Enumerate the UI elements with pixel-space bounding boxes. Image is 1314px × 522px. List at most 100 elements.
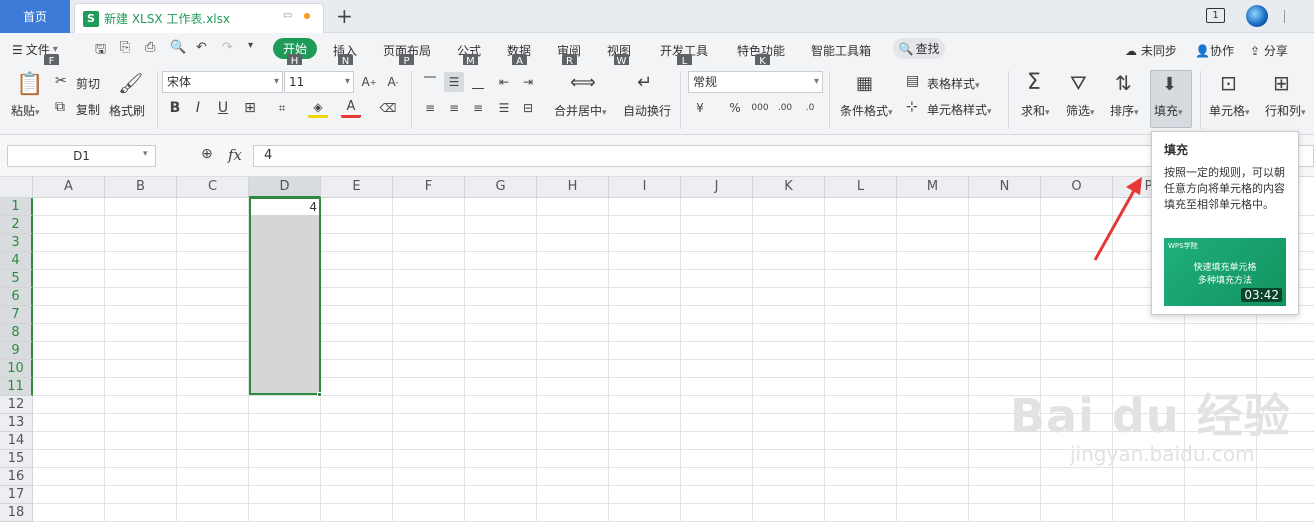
percent-icon[interactable]: % <box>725 98 745 118</box>
align-top-icon[interactable]: ⎺ <box>420 72 440 92</box>
row-header-17[interactable]: 17 <box>0 486 33 504</box>
filter-button[interactable]: 筛选▾ <box>1066 102 1095 119</box>
window-count-badge[interactable]: 1 <box>1206 8 1225 23</box>
align-bottom-icon[interactable]: ⎽ <box>468 72 488 92</box>
add-tab-button[interactable]: + <box>336 4 353 28</box>
paste-icon[interactable]: 📋 <box>16 72 43 97</box>
row-header-7[interactable]: 7 <box>0 306 33 324</box>
number-format-select[interactable]: 常规 <box>688 71 823 93</box>
column-header-h[interactable]: H <box>537 177 609 198</box>
column-header-l[interactable]: L <box>825 177 897 198</box>
row-header-10[interactable]: 10 <box>0 360 33 378</box>
distribute-icon[interactable]: ⊟ <box>518 98 538 118</box>
active-cell-d1[interactable]: 4 <box>251 199 319 215</box>
sort-button[interactable]: 排序▾ <box>1110 102 1139 119</box>
column-header-a[interactable]: A <box>33 177 105 198</box>
align-middle-icon[interactable]: ☰ <box>444 72 464 92</box>
name-box[interactable]: D1 <box>7 145 156 167</box>
fx-icon[interactable]: fx <box>228 146 242 164</box>
merge-center-button[interactable]: 合并居中▾ <box>554 102 607 119</box>
font-name-select[interactable]: 宋体 <box>162 71 283 93</box>
column-header-k[interactable]: K <box>753 177 825 198</box>
print-icon[interactable]: ⎙ <box>145 40 155 55</box>
search-button[interactable]: 🔍 查找 <box>893 38 945 59</box>
indent-increase-icon[interactable]: ⇥ <box>518 72 538 92</box>
select-all-corner[interactable] <box>0 177 33 198</box>
row-header-15[interactable]: 15 <box>0 450 33 468</box>
format-painter-icon[interactable]: 🖌 <box>118 71 143 95</box>
italic-icon[interactable]: I <box>188 98 208 118</box>
column-header-e[interactable]: E <box>321 177 393 198</box>
indent-decrease-icon[interactable]: ⇤ <box>494 72 514 92</box>
undo-icon[interactable]: ↶ <box>196 40 207 55</box>
fill-button[interactable]: ⬇ 填充▾ <box>1150 70 1192 128</box>
sort-icon[interactable]: ⇅ <box>1115 71 1132 95</box>
increase-font-icon[interactable]: A + <box>359 72 379 92</box>
row-header-3[interactable]: 3 <box>0 234 33 252</box>
column-header-m[interactable]: M <box>897 177 969 198</box>
customize-chevron-icon[interactable]: ▾ <box>248 40 253 51</box>
tutorial-video-thumbnail[interactable]: WPS学院 快速填充单元格 多种填充方法 03:42 <box>1164 238 1286 306</box>
table-style-button[interactable]: 表格样式▾ <box>927 75 980 92</box>
row-header-2[interactable]: 2 <box>0 216 33 234</box>
row-header-12[interactable]: 12 <box>0 396 33 414</box>
column-header-g[interactable]: G <box>465 177 537 198</box>
paste-button[interactable]: 粘贴▾ <box>11 102 40 119</box>
cell-button[interactable]: 单元格▾ <box>1209 102 1250 119</box>
save-icon[interactable]: 🖫 <box>95 40 106 62</box>
share-button[interactable]: ⇪ 分享 <box>1250 42 1288 59</box>
monitor-icon[interactable]: ▭ <box>283 10 292 21</box>
export-icon[interactable]: ⎘ <box>120 40 130 55</box>
wrap-text-button[interactable]: 自动换行 <box>623 102 671 119</box>
sum-button[interactable]: 求和▾ <box>1021 102 1050 119</box>
decrease-font-icon[interactable]: A- <box>383 72 403 92</box>
clear-format-icon[interactable]: ⌫ <box>378 98 398 118</box>
filter-icon[interactable]: ⛛ <box>1070 71 1087 95</box>
row-header-8[interactable]: 8 <box>0 324 33 342</box>
column-header-c[interactable]: C <box>177 177 249 198</box>
row-header-4[interactable]: 4 <box>0 252 33 270</box>
cell-style-button[interactable]: 单元格样式▾ <box>927 101 992 118</box>
column-header-f[interactable]: F <box>393 177 465 198</box>
decrease-decimal-icon[interactable]: .0 <box>800 98 820 118</box>
tab-document[interactable]: S 新建 XLSX 工作表.xlsx ▭ <box>74 3 324 33</box>
copy-icon[interactable]: ⧉ <box>55 99 65 115</box>
justify-icon[interactable]: ☰ <box>494 98 514 118</box>
align-left-icon[interactable]: ≡ <box>420 98 440 118</box>
column-header-n[interactable]: N <box>969 177 1041 198</box>
conditional-format-button[interactable]: 条件格式▾ <box>840 102 893 119</box>
erase-table-icon[interactable]: ⌗ <box>272 98 292 118</box>
row-header-13[interactable]: 13 <box>0 414 33 432</box>
merge-center-icon[interactable]: ⟺ <box>570 72 596 93</box>
row-header-5[interactable]: 5 <box>0 270 33 288</box>
redo-icon[interactable]: ↷ <box>222 40 233 55</box>
border-icon[interactable]: ⊞ <box>240 98 260 118</box>
format-painter-button[interactable]: 格式刷 <box>109 102 145 119</box>
wrap-text-icon[interactable]: ↵ <box>637 72 652 93</box>
cut-button[interactable]: 剪切 <box>76 75 100 92</box>
row-col-icon[interactable]: ⊞ <box>1273 71 1290 95</box>
row-header-9[interactable]: 9 <box>0 342 33 360</box>
underline-icon[interactable]: U <box>213 98 233 118</box>
align-center-icon[interactable]: ≡ <box>444 98 464 118</box>
row-header-16[interactable]: 16 <box>0 468 33 486</box>
row-header-1[interactable]: 1 <box>0 198 33 216</box>
cell-style-icon[interactable]: ⊹ <box>906 99 918 115</box>
zoom-icon[interactable]: ⊕ <box>201 146 213 162</box>
thousands-icon[interactable]: 000 <box>750 98 770 118</box>
font-color-icon[interactable]: A <box>341 98 361 118</box>
fill-color-icon[interactable]: ◈ <box>308 98 328 118</box>
tab-home[interactable]: 首页 <box>0 0 70 33</box>
conditional-format-icon[interactable]: ▦ <box>856 73 873 94</box>
column-header-i[interactable]: I <box>609 177 681 198</box>
row-header-11[interactable]: 11 <box>0 378 33 396</box>
column-header-d[interactable]: D <box>249 177 321 198</box>
chevron-down-icon[interactable]: ▾ <box>143 149 148 159</box>
sync-status[interactable]: ☁ 未同步 <box>1125 42 1177 59</box>
column-header-j[interactable]: J <box>681 177 753 198</box>
align-right-icon[interactable]: ≡ <box>468 98 488 118</box>
collaborate-button[interactable]: 👤协作 <box>1195 42 1234 59</box>
bold-icon[interactable]: B <box>165 98 185 118</box>
cut-icon[interactable]: ✂ <box>55 73 67 89</box>
sum-icon[interactable]: Σ <box>1027 70 1041 95</box>
